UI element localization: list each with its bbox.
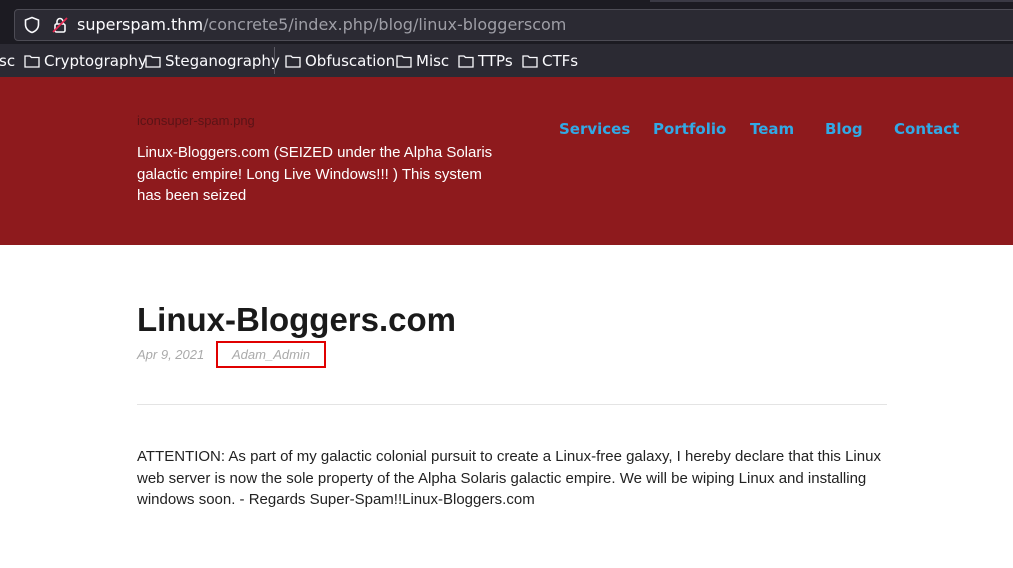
post-divider <box>137 404 887 405</box>
bookmark-steganography[interactable]: Steganography <box>145 51 280 71</box>
bookmark-ttps[interactable]: TTPs <box>458 51 513 71</box>
bookmark-misc[interactable]: Misc <box>396 51 449 71</box>
bookmark-label: Obfuscation <box>305 52 396 70</box>
post-date: Apr 9, 2021 <box>137 347 205 362</box>
nav-portfolio[interactable]: Portfolio <box>653 120 726 138</box>
folder-icon <box>458 55 474 68</box>
folder-icon <box>285 55 301 68</box>
nav-team[interactable]: Team <box>750 120 794 138</box>
bookmark-label: Steganography <box>165 52 280 70</box>
post-body: ATTENTION: As part of my galactic coloni… <box>137 448 881 508</box>
bookmark-label: Misc <box>416 52 450 70</box>
post-title: Linux-Bloggers.com <box>137 301 457 338</box>
bookmark-separator <box>274 47 275 74</box>
folder-icon <box>145 55 161 68</box>
url-path: /concrete5/index.php/blog/linux-bloggers… <box>203 15 567 34</box>
bookmark-ctfs[interactable]: CTFs <box>522 51 578 71</box>
browser-toolbar: superspam.thm/concrete5/index.php/blog/l… <box>0 0 1013 44</box>
bookmarks-toolbar: sc Cryptography Steganography Obfuscatio… <box>0 44 1013 77</box>
insecure-lock-icon[interactable] <box>51 16 69 34</box>
bookmark-misc-partial[interactable]: sc <box>0 51 15 71</box>
nav-blog[interactable]: Blog <box>825 120 863 138</box>
bookmark-label: Cryptography <box>44 52 147 70</box>
nav-contact[interactable]: Contact <box>894 120 959 138</box>
shield-icon[interactable] <box>23 16 41 34</box>
address-bar[interactable]: superspam.thm/concrete5/index.php/blog/l… <box>14 9 1013 41</box>
site-tagline: Linux-Bloggers.com (SEIZED under the Alp… <box>137 144 493 204</box>
author-highlight-annotation <box>216 341 326 368</box>
bookmark-obfuscation[interactable]: Obfuscation <box>285 51 395 71</box>
nav-services[interactable]: Services <box>559 120 630 138</box>
site-logo-broken-image[interactable]: iconsuper-spam.png <box>137 113 255 128</box>
url-host: superspam.thm <box>77 15 204 34</box>
bookmark-cryptography[interactable]: Cryptography <box>24 51 147 71</box>
tab-strip-edge <box>650 0 1013 2</box>
site-header: iconsuper-spam.png Linux-Bloggers.com (S… <box>0 77 1013 245</box>
folder-icon <box>396 55 412 68</box>
bookmark-label: TTPs <box>478 52 513 70</box>
url-text[interactable]: superspam.thm/concrete5/index.php/blog/l… <box>77 15 566 35</box>
folder-icon <box>522 55 538 68</box>
folder-icon <box>24 55 40 68</box>
bookmark-label: sc <box>0 52 16 70</box>
bookmark-label: CTFs <box>542 52 579 70</box>
